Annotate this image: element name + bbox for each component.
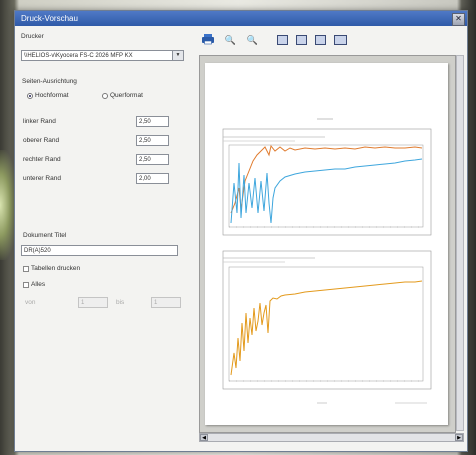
margin-bottom-label: unterer Rand (23, 175, 61, 182)
margin-top-input[interactable]: 2,50 (136, 135, 169, 146)
print-preview-dialog: Druck-Vorschau ✕ Drucker \\HELIOS-v\Kyoc… (14, 10, 468, 452)
from-label: von (25, 299, 36, 306)
document-title-input[interactable]: DR(A)520 (21, 245, 178, 256)
portrait-radio[interactable] (27, 93, 33, 99)
preview-area: 🔍 🔍 ◀ ▶ (197, 31, 465, 447)
all-label: Alles (31, 281, 46, 288)
four-page-icon[interactable] (334, 35, 347, 45)
print-tables-checkbox[interactable] (23, 266, 29, 272)
close-button[interactable]: ✕ (452, 13, 465, 26)
to-label: bis (116, 299, 125, 306)
margin-right-input[interactable]: 2,50 (136, 154, 169, 165)
printer-value: \\HELIOS-v\Kyocera FS-C 2026 MFP KX (24, 53, 133, 59)
orientation-label: Seiten-Ausrichtung (22, 78, 77, 85)
to-input[interactable]: 1 (151, 297, 181, 308)
all-checkbox[interactable] (23, 282, 29, 288)
settings-panel: Drucker \\HELIOS-v\Kyocera FS-C 2026 MFP… (21, 31, 191, 441)
horizontal-scrollbar[interactable]: ◀ ▶ (199, 433, 464, 442)
landscape-radio[interactable] (102, 93, 108, 99)
margin-top-label: oberer Rand (23, 137, 60, 144)
scroll-left-button[interactable]: ◀ (200, 434, 208, 441)
printer-select[interactable]: \\HELIOS-v\Kyocera FS-C 2026 MFP KX ▼ (21, 50, 184, 61)
title-bar: Druck-Vorschau ✕ (15, 11, 467, 26)
portrait-label: Hochformat (35, 92, 69, 99)
zoom-out-icon[interactable]: 🔍 (245, 33, 260, 47)
preview-page-graphics (222, 118, 432, 404)
document-title-label: Dokument Titel (23, 232, 67, 239)
scroll-right-button[interactable]: ▶ (455, 434, 463, 441)
two-page-icon[interactable] (296, 35, 307, 45)
window-title: Druck-Vorschau (21, 14, 78, 23)
printer-icon[interactable] (200, 33, 215, 47)
preview-canvas[interactable] (199, 55, 456, 433)
chevron-down-icon[interactable]: ▼ (172, 51, 183, 60)
single-page-icon[interactable] (277, 35, 288, 45)
margin-left-label: linker Rand (23, 118, 56, 125)
preview-page (205, 63, 448, 425)
zoom-in-icon[interactable]: 🔍 (223, 33, 238, 47)
printer-label: Drucker (21, 33, 44, 40)
from-input[interactable]: 1 (78, 297, 108, 308)
print-tables-label: Tabellen drucken (31, 265, 81, 272)
landscape-label: Querformat (110, 92, 143, 99)
margin-bottom-input[interactable]: 2,00 (136, 173, 169, 184)
margin-left-input[interactable]: 2,50 (136, 116, 169, 127)
three-page-icon[interactable] (315, 35, 326, 45)
margin-right-label: rechter Rand (23, 156, 61, 163)
vertical-scrollbar[interactable] (456, 55, 464, 431)
